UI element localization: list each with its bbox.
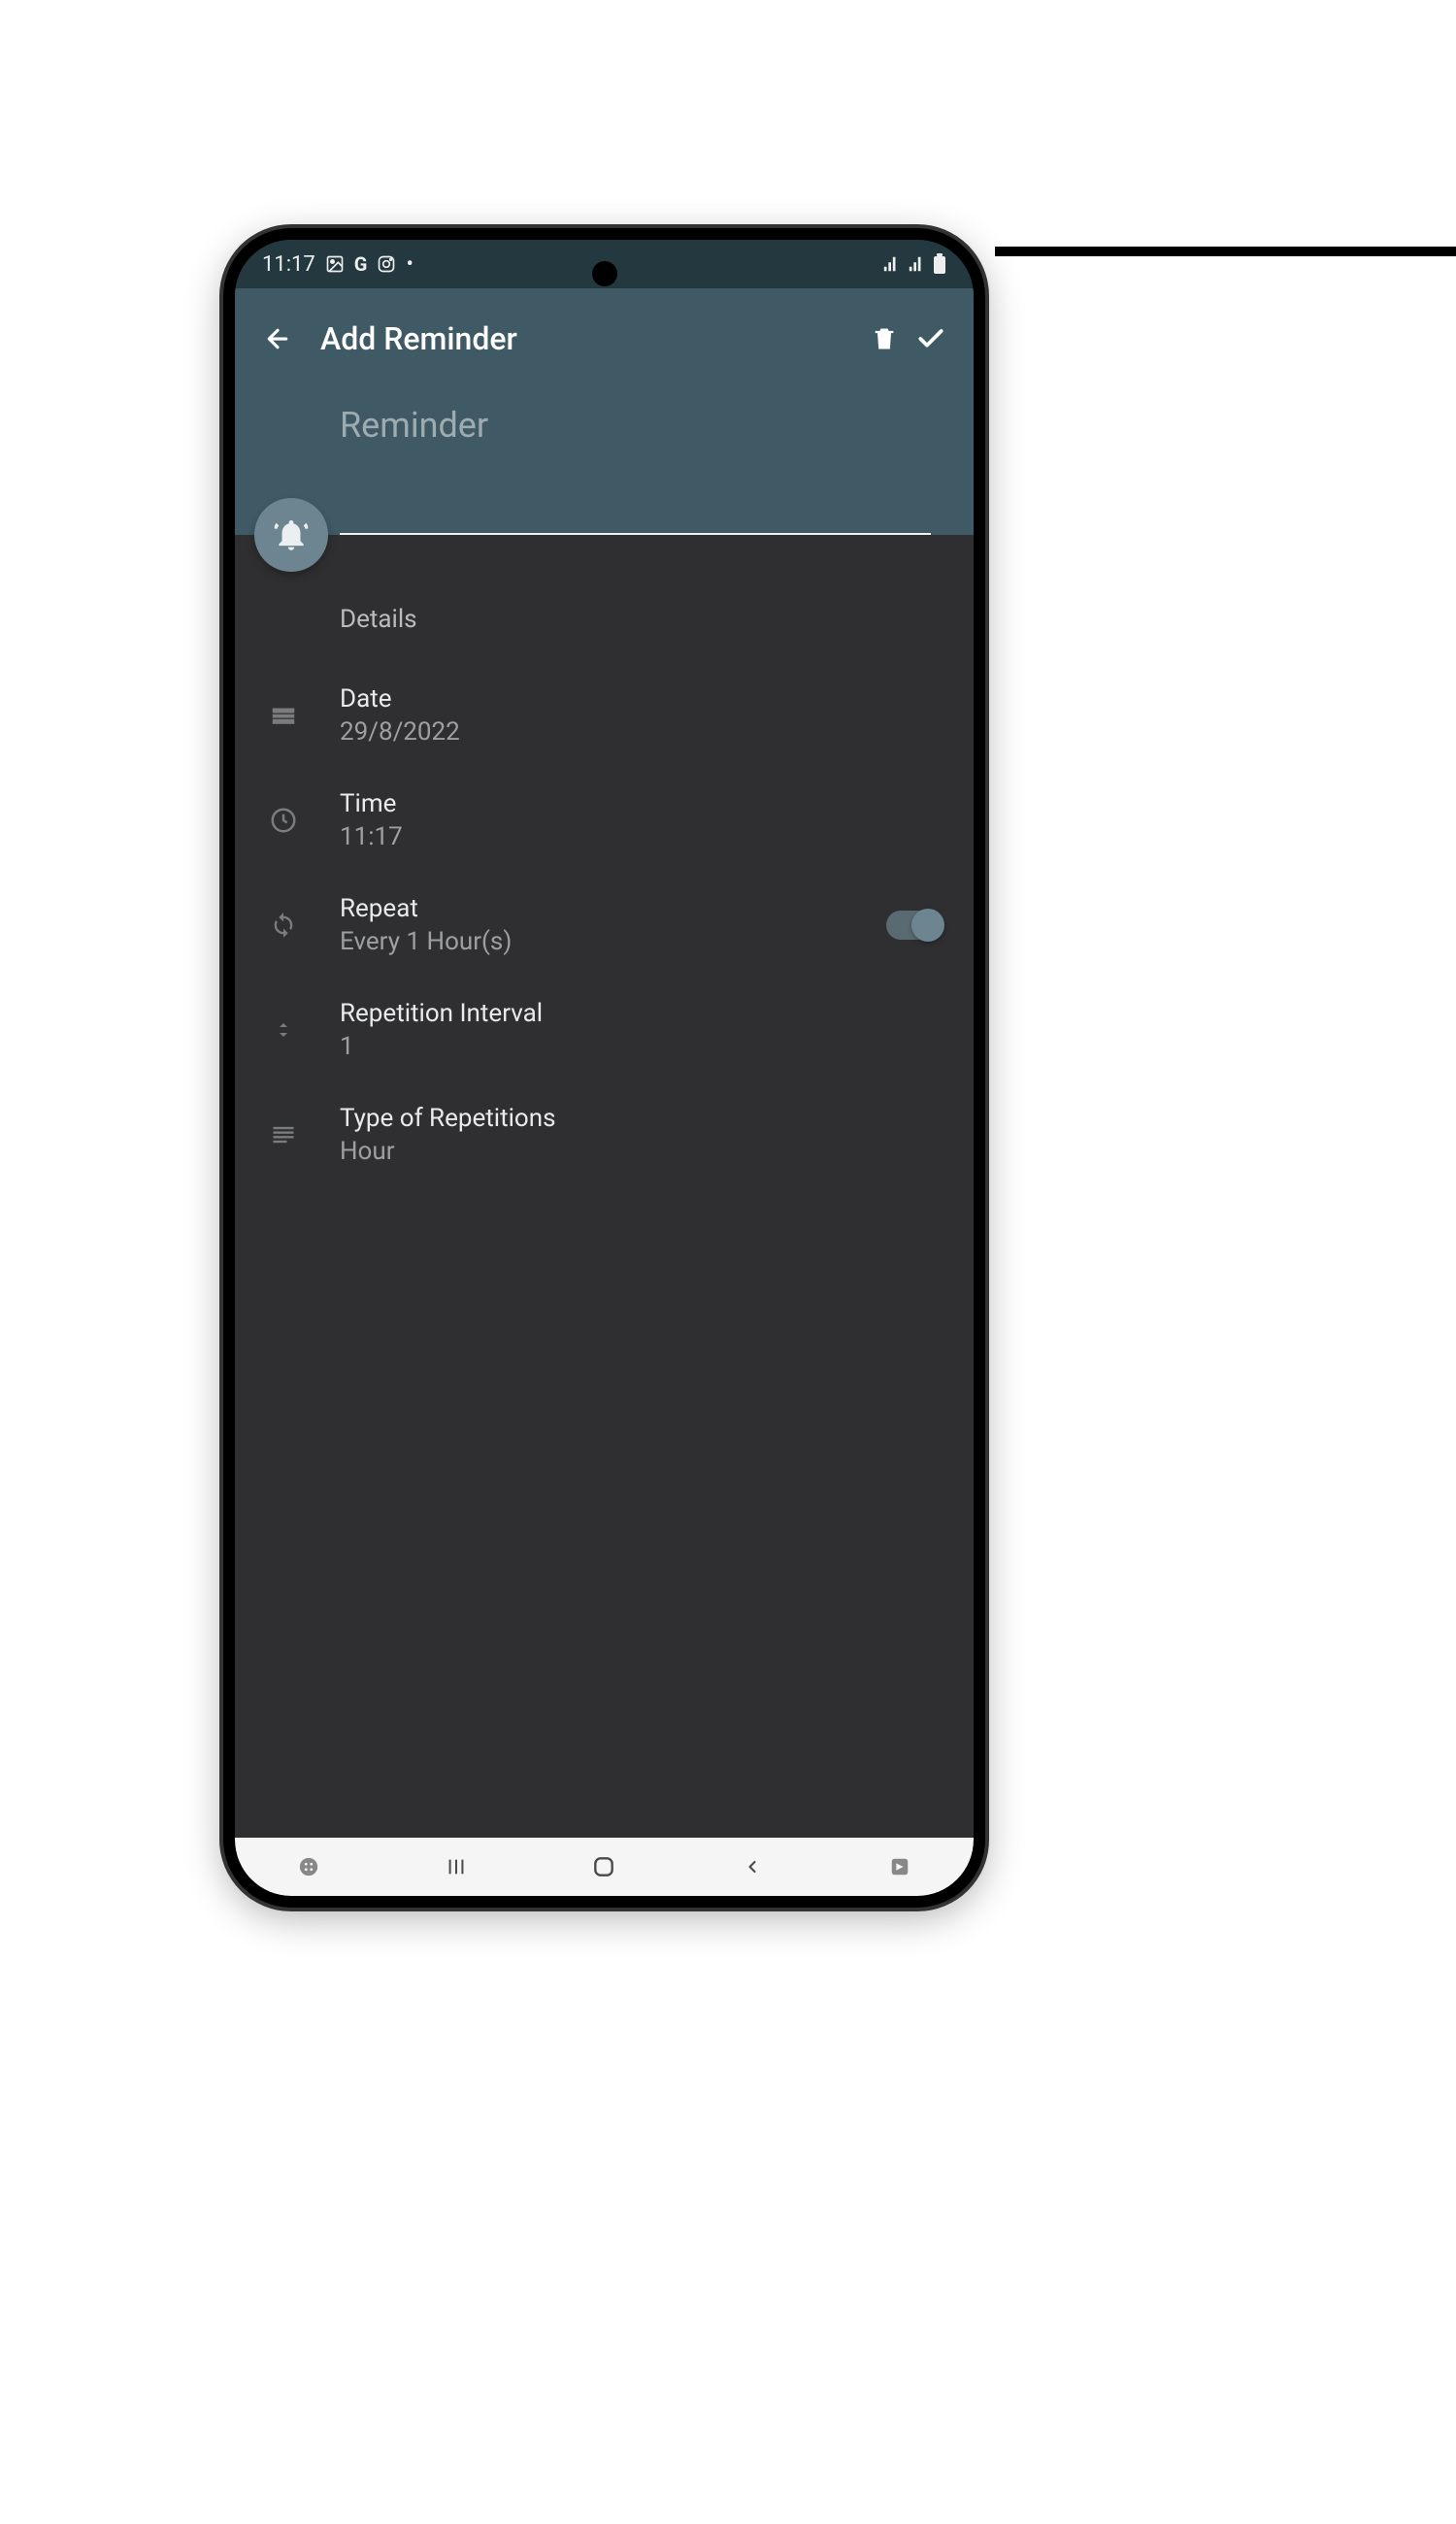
app-header: Add Reminder Reminder <box>235 288 974 535</box>
repeat-row[interactable]: Repeat Every 1 Hour(s) <box>235 873 974 978</box>
status-time: 11:17 <box>262 252 315 277</box>
reminder-input[interactable]: Reminder <box>254 366 954 533</box>
usb-cable <box>995 247 1456 256</box>
details-section-label: Details <box>235 593 974 663</box>
signal-icon <box>908 255 925 273</box>
date-row[interactable]: Date 29/8/2022 <box>235 663 974 768</box>
date-label: Date <box>340 684 946 714</box>
interval-label: Repetition Interval <box>340 999 946 1028</box>
nav-recents[interactable] <box>408 1844 505 1889</box>
content-area: Details Date 29/8/2022 Time 11:17 <box>235 535 974 1839</box>
g-icon: G <box>354 252 368 276</box>
bell-fab[interactable] <box>254 498 328 572</box>
date-value: 29/8/2022 <box>340 717 946 747</box>
calendar-icon <box>262 694 305 737</box>
type-label: Type of Repetitions <box>340 1104 946 1133</box>
app-toolbar: Add Reminder <box>254 312 954 366</box>
reminder-placeholder: Reminder <box>340 405 488 446</box>
clock-icon <box>262 799 305 842</box>
navigation-bar <box>235 1838 974 1896</box>
time-value: 11:17 <box>340 822 946 851</box>
repeat-value: Every 1 Hour(s) <box>340 927 851 956</box>
nav-back[interactable] <box>704 1844 801 1889</box>
repeat-toggle[interactable] <box>886 911 941 940</box>
up-down-icon <box>262 1009 305 1051</box>
signal-icon <box>882 255 900 273</box>
type-row[interactable]: Type of Repetitions Hour <box>235 1082 974 1187</box>
confirm-button[interactable] <box>908 316 954 362</box>
repeat-icon <box>262 904 305 946</box>
input-underline <box>340 533 931 535</box>
battery-icon <box>933 253 946 275</box>
toggle-knob <box>911 909 944 942</box>
nav-extra-right[interactable] <box>851 1844 948 1889</box>
instagram-icon <box>377 254 396 274</box>
status-left: 11:17 G • <box>262 252 414 277</box>
back-button[interactable] <box>254 316 301 362</box>
type-value: Hour <box>340 1137 946 1166</box>
time-label: Time <box>340 789 946 818</box>
interval-value: 1 <box>340 1032 946 1061</box>
screen: 11:17 G • <box>235 240 974 1896</box>
time-row[interactable]: Time 11:17 <box>235 768 974 873</box>
nav-extra-left[interactable] <box>260 1844 357 1889</box>
phone-frame: 11:17 G • <box>223 228 985 1908</box>
repeat-label: Repeat <box>340 894 851 923</box>
page-title: Add Reminder <box>320 320 861 357</box>
camera-punch-hole <box>592 261 617 286</box>
nav-home[interactable] <box>555 1844 652 1889</box>
interval-row[interactable]: Repetition Interval 1 <box>235 978 974 1082</box>
delete-button[interactable] <box>861 316 908 362</box>
image-icon <box>325 254 345 274</box>
dot-icon: • <box>406 252 413 277</box>
list-icon <box>262 1113 305 1156</box>
status-right <box>882 253 946 275</box>
